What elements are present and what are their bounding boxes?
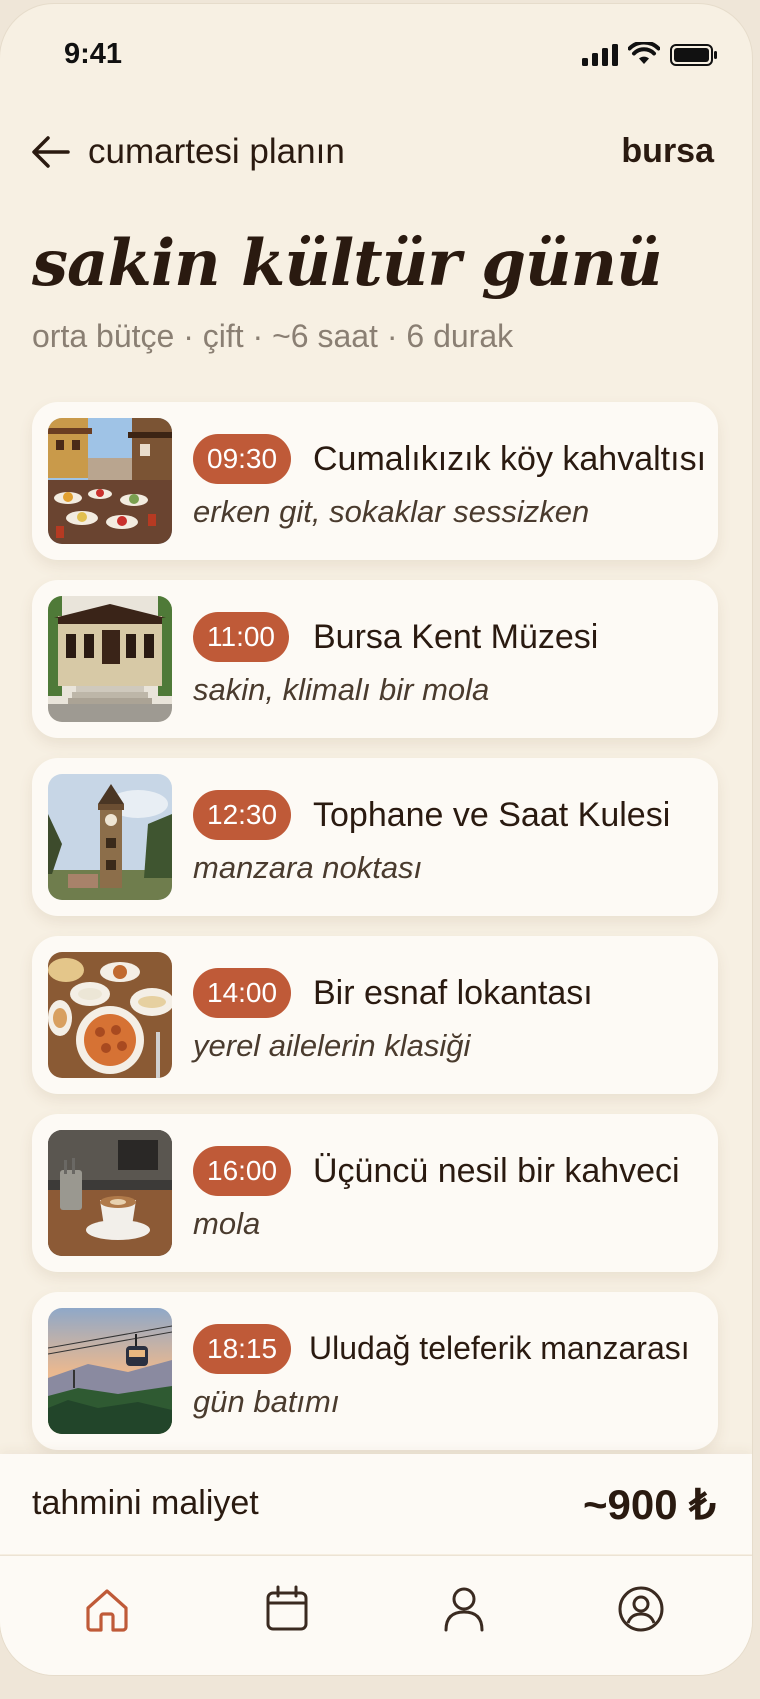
status-time: 9:41 [64, 38, 123, 70]
tab-home[interactable] [80, 1582, 134, 1636]
stop-title: Uludağ teleferik manzarası [309, 1330, 690, 1366]
stop-note: sakin, klimalı bir mola [193, 672, 490, 707]
tab-calendar[interactable] [260, 1582, 314, 1636]
city-label[interactable]: bursa [621, 132, 714, 171]
time-badge: 18:15 [193, 1324, 292, 1374]
tab-profile[interactable] [437, 1582, 491, 1636]
stop-title: Bir esnaf lokantası [313, 974, 593, 1012]
plan-meta: orta bütçe · çift · ~6 saat · 6 durak [32, 318, 514, 354]
status-bar: 9:41 [0, 4, 752, 104]
plan-title: cumartesi planın [88, 132, 345, 171]
time-badge: 16:00 [193, 1146, 292, 1196]
local-food-image [48, 952, 172, 1078]
stop-card[interactable]: 12:30 Tophane ve Saat Kulesi manzara nok… [32, 758, 718, 916]
calendar-icon [266, 1585, 308, 1631]
stop-title: Tophane ve Saat Kulesi [313, 796, 671, 834]
tab-bar [0, 1555, 752, 1675]
cost-value: ~900 ₺ [583, 1481, 716, 1528]
stop-card[interactable]: 18:15 Uludağ teleferik manzarası gün bat… [32, 1292, 718, 1450]
stop-card[interactable]: 16:00 Üçüncü nesil bir kahveci mola [32, 1114, 718, 1272]
village-breakfast-image [48, 418, 172, 544]
stop-card[interactable]: 09:30 Cumalıkızık köy kahvaltısı erken g… [32, 402, 718, 560]
battery-icon [670, 44, 717, 66]
coffee-cup-image [48, 1130, 172, 1256]
wifi-icon [628, 42, 660, 64]
page-title: sakin kültür günü [32, 226, 663, 301]
stop-note: erken git, sokaklar sessizken [193, 494, 590, 529]
phone-screen: 9:41 cumartesi planın bursa sakin kültür… [0, 4, 752, 1675]
top-navigation: cumartesi planın bursa [0, 122, 752, 182]
profile-icon [444, 1587, 484, 1632]
tab-account[interactable] [614, 1582, 668, 1636]
clock-tower-image [48, 774, 172, 900]
city-museum-image [48, 596, 172, 722]
stop-title: Bursa Kent Müzesi [313, 618, 599, 656]
home-icon [86, 1589, 128, 1632]
cable-car-sunset-image [48, 1308, 172, 1434]
time-badge: 12:30 [193, 790, 292, 840]
stop-note: gün batımı [193, 1384, 340, 1419]
stop-title: Cumalıkızık köy kahvaltısı [313, 440, 707, 478]
stop-card[interactable]: 11:00 Bursa Kent Müzesi sakin, klimalı b… [32, 580, 718, 738]
stop-card[interactable]: 14:00 Bir esnaf lokantası yerel aileleri… [32, 936, 718, 1094]
signal-icon [582, 44, 618, 66]
account-icon [618, 1586, 664, 1632]
back-arrow-icon[interactable] [30, 132, 72, 172]
cost-label: tahmini maliyet [32, 1484, 259, 1522]
stop-title: Üçüncü nesil bir kahveci [313, 1152, 680, 1190]
time-badge: 11:00 [193, 612, 289, 662]
cost-summary: tahmini maliyet ~900 ₺ [0, 1454, 752, 1554]
time-badge: 09:30 [193, 434, 292, 484]
time-badge: 14:00 [193, 968, 292, 1018]
stop-note: manzara noktası [193, 850, 423, 885]
stop-note: mola [193, 1206, 261, 1241]
stop-note: yerel ailelerin klasiği [193, 1028, 471, 1063]
